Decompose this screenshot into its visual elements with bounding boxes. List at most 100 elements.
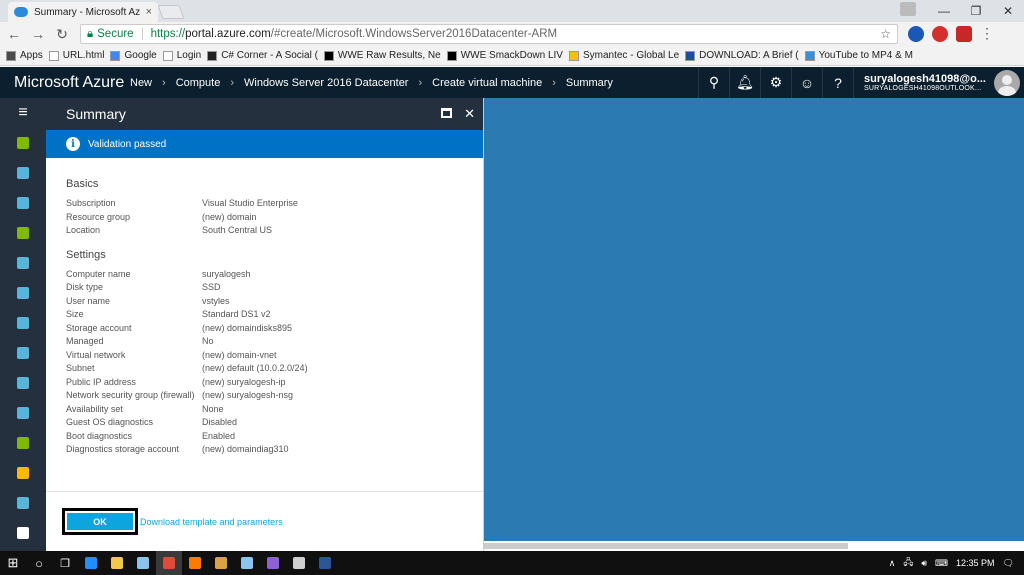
file-explorer-icon[interactable] (104, 551, 130, 575)
all-resources-icon[interactable] (0, 218, 46, 248)
summary-key: Diagnostics storage account (66, 444, 180, 454)
extension-globe-icon[interactable] (908, 26, 924, 42)
server-manager-icon[interactable] (130, 551, 156, 575)
bookmark-item[interactable]: Symantec - Global Le (568, 50, 679, 61)
resource-groups-icon[interactable] (0, 188, 46, 218)
address-bar-row: ← → ↻ 🔒︎ Secure https://portal.azure.com… (0, 22, 1024, 46)
nav-glyph (17, 167, 29, 179)
help-icon[interactable]: ? (821, 67, 853, 98)
recent-icon[interactable] (0, 248, 46, 278)
summary-value: (new) domain (202, 211, 257, 222)
network-icon[interactable]: 🖧︎ (903, 555, 913, 571)
winrar-icon[interactable] (208, 551, 234, 575)
maximize-icon[interactable] (441, 108, 453, 118)
bookmark-item[interactable]: WWE Raw Results, Ne (323, 50, 441, 61)
bookmark-item[interactable]: WWE SmackDown LIV (446, 50, 563, 61)
restore-icon[interactable]: ❐ (960, 0, 992, 22)
key-vault-icon[interactable] (0, 458, 46, 488)
cosmos-db-icon[interactable] (0, 398, 46, 428)
summary-value: (new) domain-vnet (202, 349, 277, 360)
bookmark-item[interactable]: Login (162, 50, 201, 61)
bookmark-star-icon[interactable]: ☆ (880, 27, 891, 41)
security-center-icon[interactable] (0, 428, 46, 458)
avatar[interactable] (994, 69, 1020, 96)
bookmark-item[interactable]: Google (110, 50, 157, 61)
cortana-icon[interactable]: ○ (26, 551, 52, 575)
azure-cloud-icon (14, 7, 28, 17)
bookmark-item[interactable]: YouTube to MP4 & M (804, 50, 913, 61)
notifications-bell-icon[interactable]: 🔔︎ (728, 67, 760, 98)
bookmark-favicon-icon (48, 50, 59, 61)
breadcrumb-item[interactable]: Compute (176, 77, 221, 89)
summary-content: Basics Subscription Visual Studio Enterpri… (46, 158, 483, 468)
validation-text: Validation passed (88, 138, 167, 150)
edge-icon[interactable] (78, 551, 104, 575)
notepad-icon[interactable] (286, 551, 312, 575)
shield-extension-icon[interactable] (956, 26, 972, 42)
hamburger-menu-icon[interactable]: ≡ (0, 98, 46, 128)
chrome-menu-icon[interactable]: ⋮ (980, 26, 994, 42)
action-center-icon[interactable]: 🗨︎ (1003, 558, 1014, 569)
breadcrumb-item[interactable]: New (130, 77, 152, 89)
summary-row: Size Standard DS1 v2 (66, 309, 483, 323)
bookmark-item[interactable]: DOWNLOAD: A Brief ( (685, 50, 799, 61)
virtual-machines-icon[interactable] (0, 308, 46, 338)
back-arrow-icon[interactable]: ← (4, 26, 24, 42)
azure-brand[interactable]: Microsoft Azure (0, 74, 130, 92)
minimize-icon[interactable]: — (928, 0, 960, 22)
breadcrumb-item[interactable]: Summary (566, 77, 613, 89)
create-resource-icon[interactable] (0, 128, 46, 158)
bookmark-item[interactable]: URL.html (48, 50, 104, 61)
dashboard-icon[interactable] (0, 158, 46, 188)
forward-arrow-icon[interactable]: → (28, 26, 48, 42)
portal-background (484, 98, 1024, 541)
close-window-icon[interactable]: ✕ (992, 0, 1024, 22)
tab-close-icon[interactable]: × (146, 6, 152, 18)
taskbar-glyph (319, 557, 331, 569)
horizontal-scrollbar[interactable] (484, 541, 1024, 551)
bookmark-item[interactable]: C# Corner - A Social ( (207, 50, 318, 61)
breadcrumb-item[interactable]: Create virtual machine (432, 77, 542, 89)
settings-gear-icon[interactable]: ⚙ (759, 67, 791, 98)
close-blade-icon[interactable]: ✕ (464, 106, 475, 122)
ok-button[interactable]: OK (67, 513, 133, 530)
word-icon[interactable] (312, 551, 338, 575)
azure-storage-icon[interactable] (234, 551, 260, 575)
url-input[interactable]: 🔒︎ Secure https://portal.azure.com/#crea… (80, 24, 898, 44)
adblock-plus-icon[interactable] (932, 26, 948, 42)
task-view-icon[interactable]: ❐ (52, 551, 78, 575)
volume-icon[interactable]: 🔊︎ (921, 558, 927, 569)
bookmark-item[interactable]: Apps (6, 50, 43, 61)
summary-key: Resource group (66, 211, 131, 222)
app-services-icon[interactable] (0, 278, 46, 308)
profile-icon[interactable] (900, 2, 916, 16)
windows-start-icon[interactable]: ⊞ (0, 551, 26, 575)
breadcrumb-item[interactable]: Windows Server 2016 Datacenter (244, 77, 408, 89)
summary-key: Guest OS diagnostics (66, 417, 154, 427)
chrome-icon[interactable] (156, 551, 182, 575)
summary-key: Managed (66, 336, 104, 346)
new-tab-button[interactable] (157, 5, 185, 19)
clock[interactable]: 12:35 PM (956, 558, 995, 568)
sql-databases-icon[interactable] (0, 368, 46, 398)
summary-row: Disk type SSD (66, 282, 483, 296)
monitor-icon[interactable] (0, 518, 46, 548)
feedback-smiley-icon[interactable]: ☺ (790, 67, 822, 98)
reload-icon[interactable]: ↻ (52, 26, 72, 43)
tray-chevron-icon[interactable]: ∧ (889, 558, 896, 569)
window-controls: — ❐ ✕ (928, 0, 1024, 22)
chevron-right-icon: › (552, 76, 556, 89)
cloud-services-icon[interactable] (0, 338, 46, 368)
user-account[interactable]: suryalogesh41098@o... SURYALOGESH41098OU… (852, 67, 994, 98)
visual-studio-icon[interactable] (260, 551, 286, 575)
summary-key: User name (66, 295, 111, 306)
marketplace-icon[interactable] (0, 488, 46, 518)
browser-tab-summary[interactable]: Summary - Microsoft Az × (8, 2, 158, 22)
scrollbar-thumb[interactable] (484, 543, 848, 549)
search-icon[interactable]: ⚲ (697, 67, 729, 98)
secure-indicator[interactable]: 🔒︎ Secure (87, 28, 134, 41)
download-template-link[interactable]: Download template and parameters (140, 517, 283, 527)
firefox-icon[interactable] (182, 551, 208, 575)
summary-value: (new) domaindisks895 (202, 322, 293, 333)
keyboard-icon[interactable]: ⌨ (935, 558, 948, 569)
